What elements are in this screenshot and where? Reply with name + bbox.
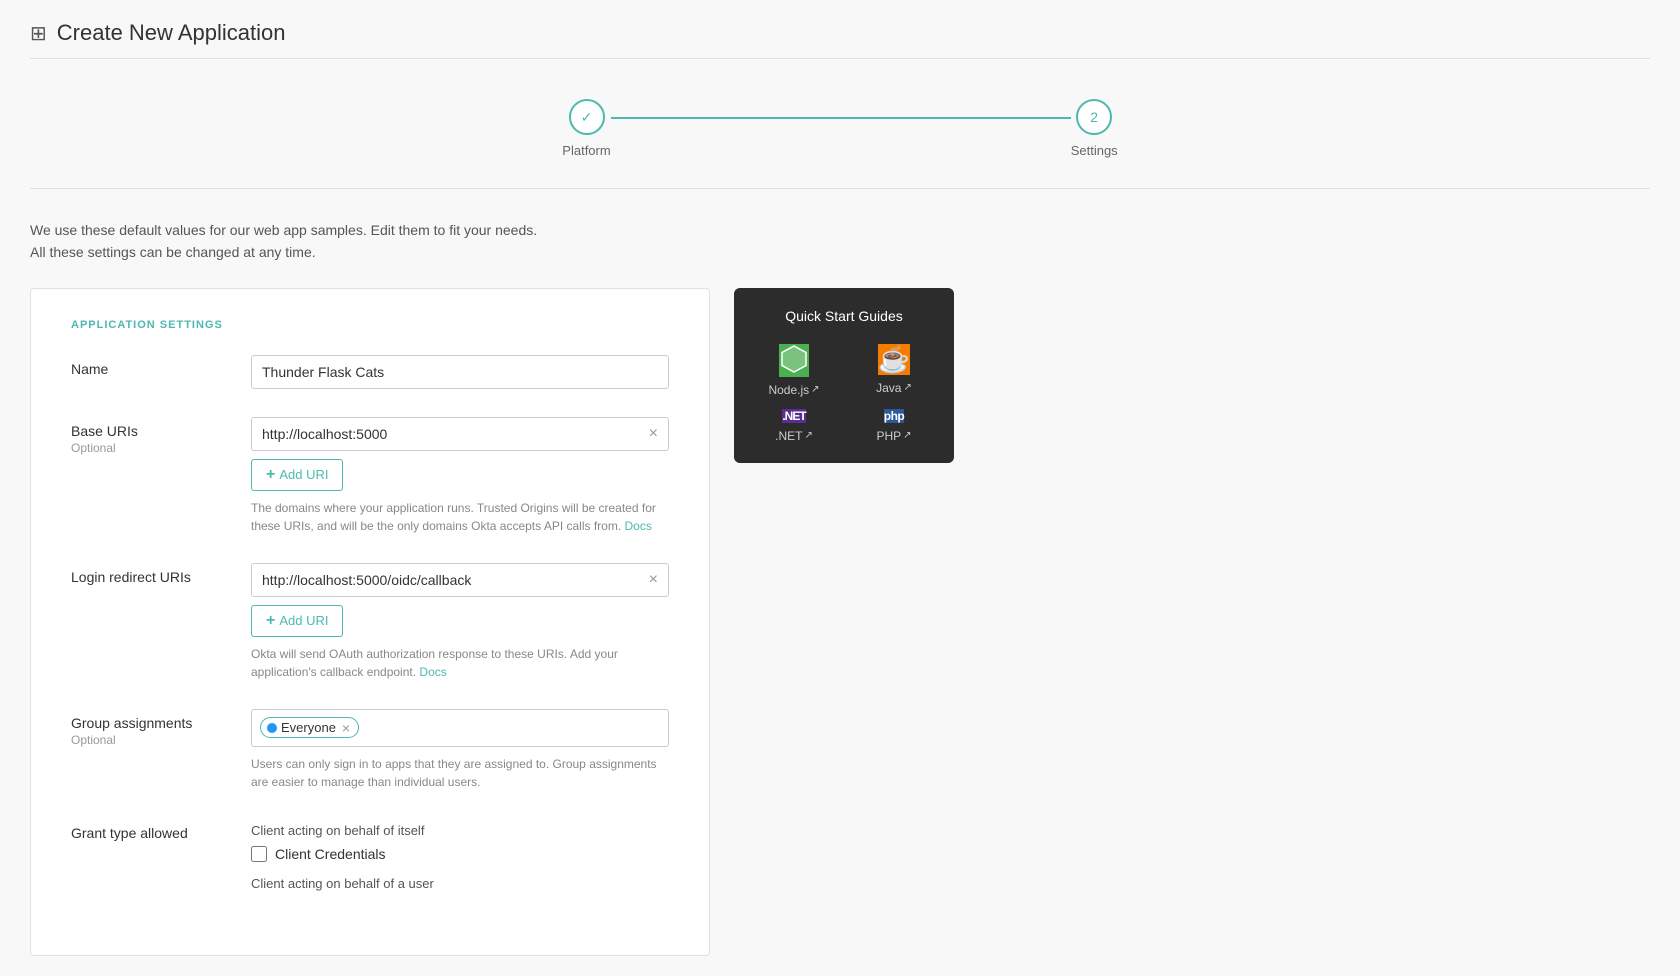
name-field-col [251,355,669,389]
login-redirect-add-label: Add URI [279,613,328,628]
plus-icon-2: + [266,612,275,630]
login-redirect-row: Login redirect URIs × + Add URI Okta wil… [71,563,669,681]
name-input[interactable] [251,355,669,389]
quick-start-java[interactable]: ☕ Java ↗ [850,344,938,397]
quick-start-net[interactable]: .NET .NET ↗ [750,409,838,443]
step-1-circle: ✓ [569,99,605,135]
net-icon: .NET [782,409,805,423]
everyone-tag-remove-button[interactable]: × [340,721,350,735]
group-assign-label: Group assignments [71,715,231,731]
group-tag-input[interactable]: Everyone × [251,709,669,747]
nodejs-external-icon: ↗ [811,384,819,395]
login-redirect-help-text: Okta will send OAuth authorization respo… [251,645,669,681]
group-assign-optional: Optional [71,733,231,747]
step-2-circle: 2 [1076,99,1112,135]
java-external-icon: ↗ [903,382,911,393]
stepper: ✓ Platform 2 Settings [30,79,1650,189]
step-2-group: 2 Settings [1071,99,1118,158]
base-uris-row: Base URIs Optional × + Add URI The domai… [71,417,669,535]
name-label: Name [71,361,231,377]
base-uris-field-col: × + Add URI The domains where your appli… [251,417,669,535]
java-label: Java ↗ [876,381,912,395]
grant-type-label: Grant type allowed [71,825,231,841]
quick-start-title: Quick Start Guides [750,308,938,324]
grant-type-row: Grant type allowed Client acting on beha… [71,819,669,897]
quick-start-php[interactable]: php PHP ↗ [850,409,938,443]
login-redirect-input-wrapper: × [251,563,669,597]
step-1-group: ✓ Platform [562,99,610,158]
quick-start-panel: Quick Start Guides Node.js ↗ [734,288,954,463]
intro-text: We use these default values for our web … [30,219,1650,264]
login-redirect-docs-link[interactable]: Docs [419,665,446,679]
app-grid-icon: ⊞ [30,21,47,46]
base-uris-label-col: Base URIs Optional [71,417,231,455]
step-connector-line [611,117,1071,119]
quick-start-grid: Node.js ↗ ☕ Java ↗ .NET [750,344,938,443]
base-uris-label: Base URIs [71,423,231,439]
client-credentials-checkbox-group: Client Credentials [251,846,669,862]
group-assign-help-text: Users can only sign in to apps that they… [251,755,669,791]
quick-start-nodejs[interactable]: Node.js ↗ [750,344,838,397]
page-header: ⊞ Create New Application [30,20,1650,59]
tag-dot-icon [267,723,277,733]
page-title: Create New Application [57,20,286,46]
base-uris-optional: Optional [71,441,231,455]
group-assign-field-col: Everyone × Users can only sign in to app… [251,709,669,791]
login-redirect-label: Login redirect URIs [71,569,231,585]
php-label: PHP ↗ [876,429,911,443]
net-label: .NET ↗ [775,429,813,443]
step-2-label: Settings [1071,143,1118,158]
base-uri-add-label: Add URI [279,467,328,482]
step-1-label: Platform [562,143,610,158]
login-redirect-add-button[interactable]: + Add URI [251,605,343,637]
php-external-icon: ↗ [903,430,911,441]
name-label-col: Name [71,355,231,377]
everyone-tag-label: Everyone [281,720,336,735]
client-credentials-label: Client Credentials [275,846,386,862]
login-redirect-clear-button[interactable]: × [639,566,668,594]
base-uri-help-text: The domains where your application runs.… [251,499,669,535]
base-uri-clear-button[interactable]: × [639,420,668,448]
base-uri-add-button[interactable]: + Add URI [251,459,343,491]
nodejs-label: Node.js ↗ [768,383,819,397]
nodejs-icon [779,344,809,377]
base-uri-input-wrapper: × [251,417,669,451]
login-redirect-label-col: Login redirect URIs [71,563,231,585]
grant-user-section-title: Client acting on behalf of a user [251,876,669,891]
plus-icon: + [266,466,275,484]
grant-type-field-col: Client acting on behalf of itself Client… [251,819,669,897]
name-row: Name [71,355,669,389]
application-settings-card: APPLICATION SETTINGS Name Base URIs Opti… [30,288,710,956]
php-icon: php [884,409,905,423]
section-title: APPLICATION SETTINGS [71,319,669,331]
client-credentials-checkbox[interactable] [251,846,267,862]
login-redirect-input[interactable] [252,564,639,596]
base-uri-input[interactable] [252,418,639,450]
login-redirect-field-col: × + Add URI Okta will send OAuth authori… [251,563,669,681]
group-assignments-row: Group assignments Optional Everyone × Us… [71,709,669,791]
base-uri-docs-link[interactable]: Docs [625,519,652,533]
everyone-tag: Everyone × [260,717,359,738]
grant-type-label-col: Grant type allowed [71,819,231,841]
net-external-icon: ↗ [804,430,812,441]
group-assign-label-col: Group assignments Optional [71,709,231,747]
grant-client-section-title: Client acting on behalf of itself [251,823,669,838]
nodejs-svg-icon [779,344,809,374]
main-content: APPLICATION SETTINGS Name Base URIs Opti… [30,288,1650,956]
java-icon: ☕ [878,344,910,375]
